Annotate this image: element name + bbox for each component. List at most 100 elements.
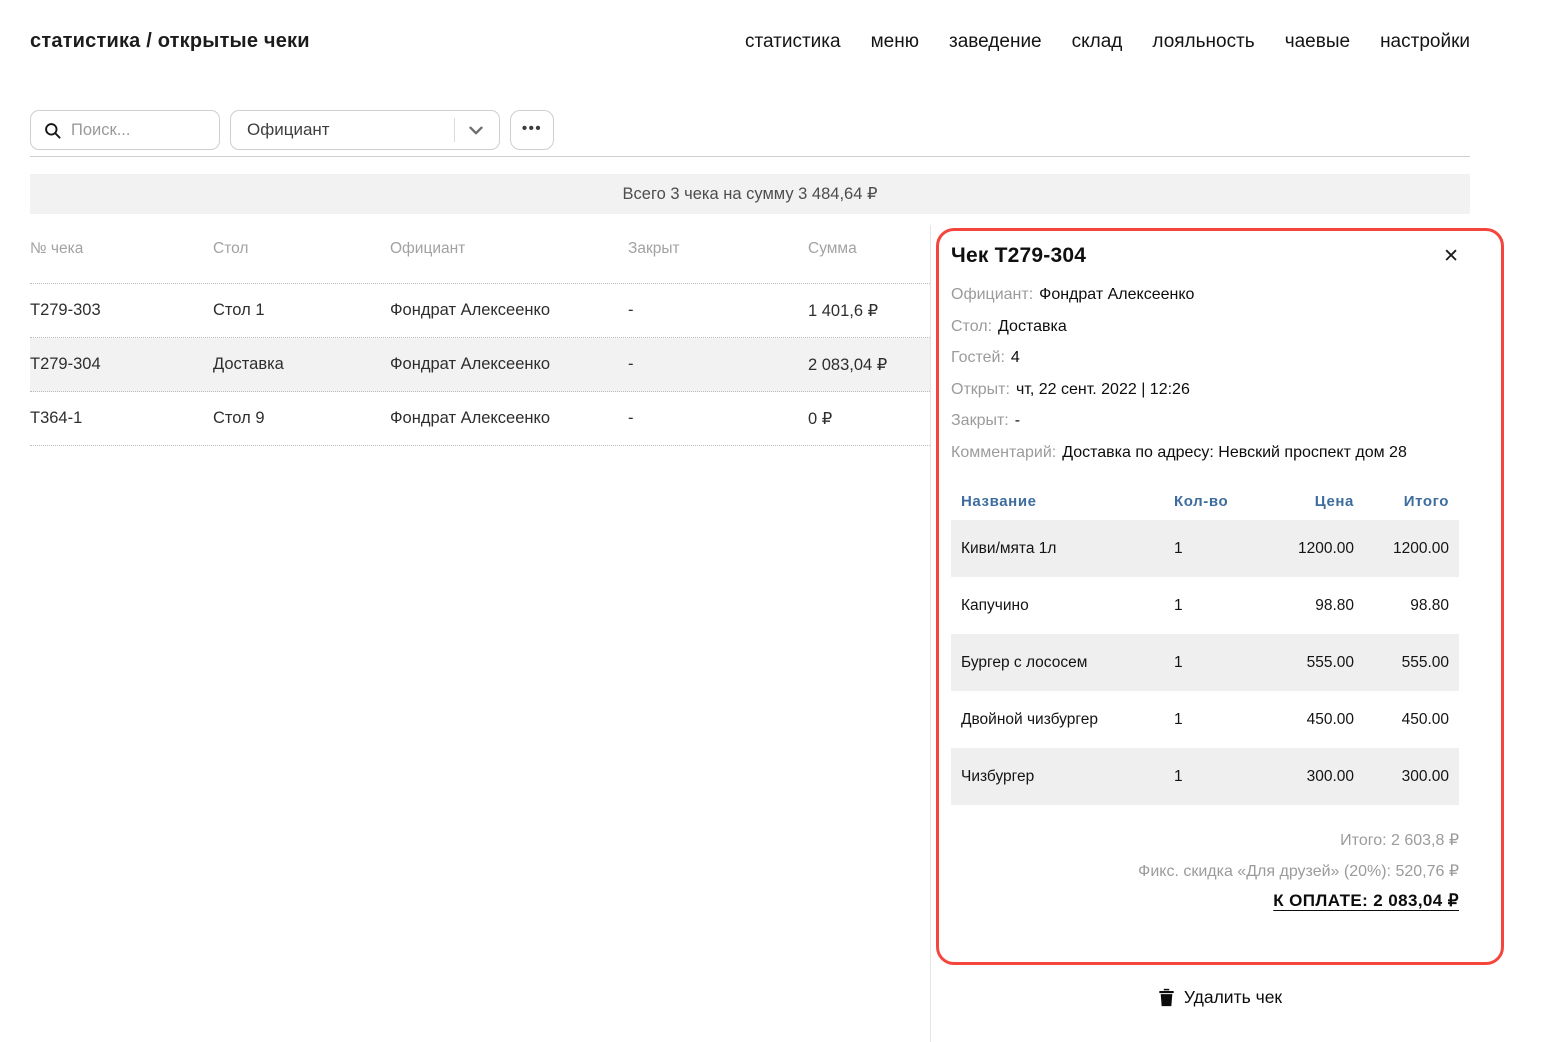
items-column-header: Название — [961, 493, 1174, 510]
nav-item-2[interactable]: меню — [871, 31, 919, 53]
nav-item-3[interactable]: заведение — [949, 31, 1042, 53]
item-total: 300.00 — [1354, 768, 1449, 786]
field-value: чт, 22 сент. 2022 | 12:26 — [1016, 381, 1190, 398]
check-detail-panel: Чек T279-304 ✕ Официант: Фондрат Алексеен… — [930, 225, 1564, 1042]
chevron-down-icon — [465, 119, 487, 141]
search-box[interactable] — [30, 110, 220, 150]
item-name: Двойной чизбургер — [961, 711, 1174, 729]
item-name: Чизбургер — [961, 768, 1174, 786]
field-label: Закрыт: — [951, 412, 1009, 429]
delete-row: Удалить чек — [936, 965, 1504, 1008]
check-totals: Итого: 2 603,8 ₽ Фикс. скидка «Для друзе… — [951, 825, 1459, 911]
item-qty: 1 — [1174, 597, 1254, 615]
item-row: Бургер с лососем1555.00555.00 — [951, 634, 1459, 691]
column-header: № чека — [30, 240, 213, 258]
item-price: 300.00 — [1254, 768, 1354, 786]
check-title: Чек T279-304 — [951, 244, 1086, 268]
check-card: Чек T279-304 ✕ Официант: Фондрат Алексеен… — [936, 228, 1504, 965]
item-qty: 1 — [1174, 654, 1254, 672]
column-header: Официант — [390, 240, 628, 258]
check-table: Стол 1 — [213, 301, 390, 320]
select-divider — [454, 118, 455, 142]
breadcrumb: статистика / открытые чеки — [30, 30, 310, 53]
item-total: 1200.00 — [1354, 540, 1449, 558]
check-table: Доставка — [213, 355, 390, 374]
item-qty: 1 — [1174, 768, 1254, 786]
items-table-header: НазваниеКол-воЦенаИтого — [951, 482, 1459, 520]
check-fields: Официант: Фондрат Алексеенко Стол: Доставка… — [951, 279, 1423, 468]
topbar: статистика / открытые чеки статистика мен… — [30, 0, 1470, 53]
item-name: Капучино — [961, 597, 1174, 615]
check-items-table: НазваниеКол-воЦенаИтого Киви/мята 1л1120… — [951, 482, 1459, 805]
check-id: T364-1 — [30, 409, 213, 428]
trash-icon — [1158, 988, 1175, 1007]
check-field: Закрыт:- — [951, 405, 1423, 437]
nav-item-4[interactable]: склад — [1072, 31, 1123, 53]
check-card-header: Чек T279-304 ✕ — [951, 244, 1459, 268]
item-row: Киви/мята 1л11200.001200.00 — [951, 520, 1459, 577]
check-closed: - — [628, 355, 808, 374]
delete-check-button[interactable]: Удалить чек — [1158, 987, 1282, 1008]
items-table-body: Киви/мята 1л11200.001200.00Капучино198.8… — [951, 520, 1459, 805]
to-pay-text: К ОПЛАТЕ: 2 083,04 ₽ — [951, 891, 1459, 911]
item-price: 555.00 — [1254, 654, 1354, 672]
check-field: Стол: Доставка — [951, 311, 1423, 343]
item-row: Двойной чизбургер1450.00450.00 — [951, 691, 1459, 748]
field-label: Открыт: — [951, 381, 1010, 398]
item-row: Чизбургер1300.00300.00 — [951, 748, 1459, 805]
check-waiter: Фондрат Алексеенко — [390, 355, 628, 374]
check-waiter: Фондрат Алексеенко — [390, 301, 628, 320]
toolbar: Официант ••• — [30, 110, 1470, 150]
nav-item-7[interactable]: настройки — [1380, 31, 1470, 53]
item-total: 555.00 — [1354, 654, 1449, 672]
main-nav: статистика меню заведение склад лояльность ча… — [745, 31, 1470, 53]
item-total: 450.00 — [1354, 711, 1449, 729]
summary-bar: Всего 3 чека на сумму 3 484,64 ₽ — [30, 174, 1470, 214]
summary-text: Всего 3 чека на сумму 3 484,64 ₽ — [623, 184, 878, 204]
check-closed: - — [628, 409, 808, 428]
check-closed: - — [628, 301, 808, 320]
item-name: Киви/мята 1л — [961, 540, 1174, 558]
search-icon — [43, 121, 62, 140]
nav-item-5[interactable]: лояльность — [1152, 31, 1254, 53]
check-waiter: Фондрат Алексеенко — [390, 409, 628, 428]
subtotal-text: Итого: 2 603,8 ₽ — [951, 825, 1459, 856]
item-row: Капучино198.8098.80 — [951, 577, 1459, 634]
waiter-filter-select[interactable]: Официант — [230, 110, 500, 150]
column-header: Стол — [213, 240, 390, 258]
field-label: Официант: — [951, 286, 1033, 303]
items-column-header: Итого — [1354, 493, 1449, 510]
check-id: T279-303 — [30, 301, 213, 320]
field-value: Фондрат Алексеенко — [1039, 286, 1194, 303]
check-id: T279-304 — [30, 355, 213, 374]
field-label: Комментарий: — [951, 444, 1056, 461]
items-column-header: Кол-во — [1174, 493, 1254, 510]
check-field: Гостей: 4 — [951, 342, 1423, 374]
ellipsis-icon: ••• — [522, 121, 542, 136]
more-filters-button[interactable]: ••• — [510, 110, 554, 150]
nav-item-1[interactable]: статистика — [745, 31, 841, 53]
field-label: Стол: — [951, 318, 992, 335]
discount-text: Фикс. скидка «Для друзей» (20%): 520,76 … — [951, 856, 1459, 887]
item-qty: 1 — [1174, 711, 1254, 729]
column-header: Закрыт — [628, 240, 808, 258]
item-qty: 1 — [1174, 540, 1254, 558]
items-column-header: Цена — [1254, 493, 1354, 510]
check-field: Открыт: чт, 22 сент. 2022 | 12:26 — [951, 374, 1423, 406]
delete-check-label: Удалить чек — [1184, 987, 1282, 1008]
check-field: Комментарий: Доставка по адресу: Невский … — [951, 437, 1423, 469]
item-price: 450.00 — [1254, 711, 1354, 729]
item-name: Бургер с лососем — [961, 654, 1174, 672]
field-value: 4 — [1011, 349, 1020, 366]
nav-item-6[interactable]: чаевые — [1285, 31, 1350, 53]
item-total: 98.80 — [1354, 597, 1449, 615]
close-icon[interactable]: ✕ — [1443, 244, 1459, 266]
item-price: 98.80 — [1254, 597, 1354, 615]
search-input[interactable] — [71, 121, 209, 140]
field-value: Доставка — [998, 318, 1067, 335]
waiter-filter-label: Официант — [247, 120, 454, 140]
field-label: Гостей: — [951, 349, 1005, 366]
field-value: - — [1015, 412, 1020, 429]
item-price: 1200.00 — [1254, 540, 1354, 558]
field-value: Доставка по адресу: Невский проспект дом… — [1062, 444, 1407, 461]
